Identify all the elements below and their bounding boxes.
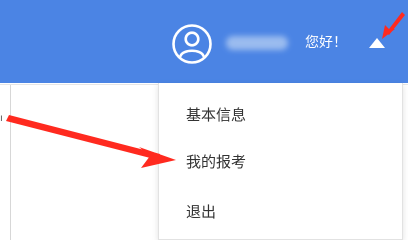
username-redacted xyxy=(226,36,288,50)
user-avatar-icon[interactable] xyxy=(171,23,213,65)
caret-up-icon[interactable] xyxy=(368,37,386,49)
top-header-bar: 您好！ xyxy=(0,0,408,83)
edge-marker: ı xyxy=(0,113,3,124)
annotation-arrow-left xyxy=(6,115,176,168)
left-panel-border xyxy=(10,85,11,240)
greeting-text: 您好！ xyxy=(305,35,347,51)
user-dropdown-menu: 基本信息 我的报考 退出 xyxy=(158,83,403,240)
menu-item-basic-info[interactable]: 基本信息 xyxy=(186,103,246,127)
menu-item-my-exams[interactable]: 我的报考 xyxy=(186,150,246,174)
menu-item-logout[interactable]: 退出 xyxy=(186,200,216,224)
